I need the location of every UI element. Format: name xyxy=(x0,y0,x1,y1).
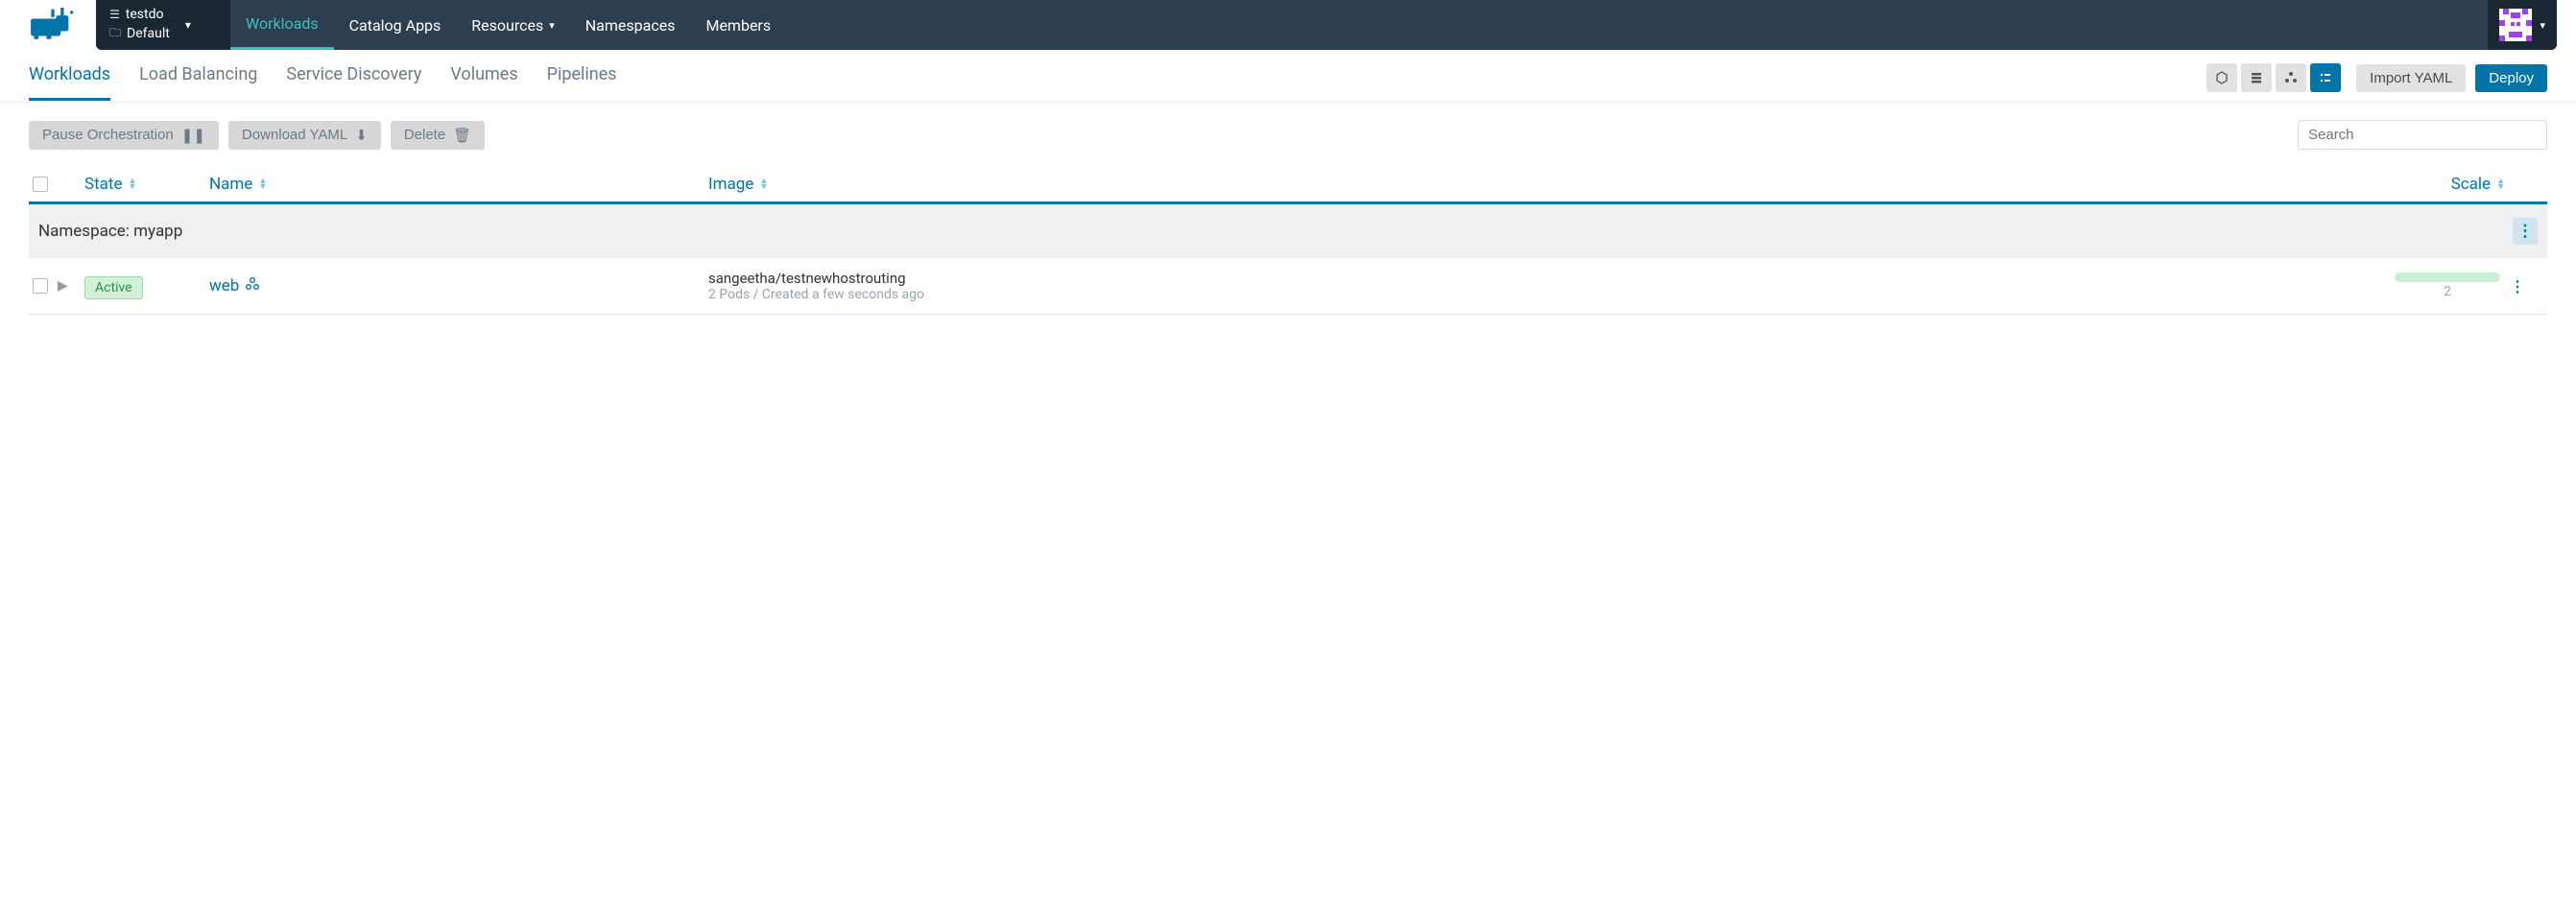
select-all-checkbox[interactable] xyxy=(33,177,48,192)
row-menu-button[interactable]: ⋮ xyxy=(2505,272,2530,299)
view-mode-buttons xyxy=(2206,63,2341,102)
table-row: ▶ Active web sangeetha/testnewhostroutin… xyxy=(29,258,2547,314)
scale-bar xyxy=(2395,272,2500,282)
th-name[interactable]: Name ▲▼ xyxy=(209,175,708,194)
sub-header: Workloads Load Balancing Service Discove… xyxy=(0,50,2576,103)
pods-icon xyxy=(245,276,260,296)
brand-logo-area xyxy=(19,0,96,50)
scale-value: 2 xyxy=(2444,284,2451,299)
nav-namespaces[interactable]: Namespaces xyxy=(570,0,691,50)
download-label: Download YAML xyxy=(242,127,347,143)
th-scale[interactable]: Scale ▲▼ xyxy=(2390,175,2505,194)
nav-catalog-apps[interactable]: Catalog Apps xyxy=(334,0,457,50)
chevron-down-icon: ▾ xyxy=(185,18,191,32)
th-state[interactable]: State ▲▼ xyxy=(84,175,209,194)
nav-items: Workloads Catalog Apps Resources ▾ Namesp… xyxy=(230,0,786,50)
workloads-table: State ▲▼ Name ▲▼ Image ▲▼ Scale ▲▼ Names… xyxy=(29,167,2547,315)
expand-icon[interactable]: ▶ xyxy=(58,278,68,294)
folder-icon: 🗀 xyxy=(109,24,121,44)
chevron-down-icon: ▾ xyxy=(549,19,555,32)
delete-label: Delete xyxy=(404,127,445,143)
header-actions: Import YAML Deploy xyxy=(2356,64,2547,102)
cluster-project-selector[interactable]: ☰ testdo 🗀 Default ▾ xyxy=(96,0,230,50)
th-scale-label: Scale xyxy=(2451,175,2491,194)
view-stack-icon[interactable] xyxy=(2241,63,2272,92)
trash-icon: 🗑 xyxy=(453,127,471,144)
nav-members[interactable]: Members xyxy=(690,0,786,50)
pause-icon: ❚❚ xyxy=(181,127,205,144)
nav-namespaces-label: Namespaces xyxy=(585,16,676,35)
th-image[interactable]: Image ▲▼ xyxy=(708,175,2390,194)
sort-icon: ▲▼ xyxy=(759,178,768,190)
project-name: Default xyxy=(127,26,170,41)
nav-resources[interactable]: Resources ▾ xyxy=(456,0,569,50)
import-yaml-button[interactable]: Import YAML xyxy=(2356,64,2466,92)
view-list-icon[interactable] xyxy=(2310,63,2341,92)
cluster-name: testdo xyxy=(126,7,164,22)
image-name: sangeetha/testnewhostrouting xyxy=(708,270,2390,287)
namespace-menu-button[interactable]: ⋮ xyxy=(2513,218,2538,245)
tab-workloads[interactable]: Workloads xyxy=(29,64,110,101)
rancher-logo xyxy=(29,8,77,42)
image-subtext: 2 Pods / Created a few seconds ago xyxy=(708,287,2390,302)
search-input[interactable] xyxy=(2298,120,2547,150)
nav-workloads-label: Workloads xyxy=(246,14,319,33)
nav-catalog-label: Catalog Apps xyxy=(349,16,441,35)
chevron-down-icon: ▾ xyxy=(2540,19,2545,32)
namespace-group-row: Namespace: myapp ⋮ xyxy=(29,204,2547,258)
status-badge: Active xyxy=(84,276,143,299)
th-state-label: State xyxy=(84,175,122,194)
nav-workloads[interactable]: Workloads xyxy=(230,0,334,50)
download-icon: ⬇ xyxy=(355,127,368,144)
pause-label: Pause Orchestration xyxy=(42,127,174,143)
nav-resources-label: Resources xyxy=(471,16,543,35)
subtabs: Workloads Load Balancing Service Discove… xyxy=(29,64,617,101)
download-yaml-button[interactable]: Download YAML ⬇ xyxy=(228,121,381,150)
avatar xyxy=(2499,9,2532,41)
namespace-label: Namespace: myapp xyxy=(38,222,182,241)
pause-orchestration-button[interactable]: Pause Orchestration ❚❚ xyxy=(29,121,219,150)
sort-icon: ▲▼ xyxy=(258,178,267,190)
row-checkbox[interactable] xyxy=(33,278,48,294)
tab-pipelines[interactable]: Pipelines xyxy=(547,64,617,101)
navbar-main: ☰ testdo 🗀 Default ▾ Workloads Catalog A… xyxy=(96,0,2557,50)
tab-load-balancing[interactable]: Load Balancing xyxy=(139,64,257,101)
nav-members-label: Members xyxy=(705,16,771,35)
tab-volumes[interactable]: Volumes xyxy=(450,64,517,101)
table-header: State ▲▼ Name ▲▼ Image ▲▼ Scale ▲▼ xyxy=(29,167,2547,204)
sort-icon: ▲▼ xyxy=(2496,178,2505,190)
user-menu[interactable]: ▾ xyxy=(2488,0,2557,50)
th-name-label: Name xyxy=(209,175,252,194)
top-navbar: ☰ testdo 🗀 Default ▾ Workloads Catalog A… xyxy=(0,0,2576,50)
tab-service-discovery[interactable]: Service Discovery xyxy=(286,64,421,101)
sort-icon: ▲▼ xyxy=(128,178,136,190)
th-image-label: Image xyxy=(708,175,753,194)
workload-name-link[interactable]: web xyxy=(209,276,708,296)
view-cluster-icon[interactable] xyxy=(2276,63,2306,92)
bulk-toolbar: Pause Orchestration ❚❚ Download YAML ⬇ D… xyxy=(0,103,2576,167)
deploy-button[interactable]: Deploy xyxy=(2475,64,2547,92)
delete-button[interactable]: Delete 🗑 xyxy=(391,121,485,150)
server-icon: ☰ xyxy=(109,8,120,21)
workload-name-text: web xyxy=(209,276,239,296)
view-box-icon[interactable] xyxy=(2206,63,2237,92)
